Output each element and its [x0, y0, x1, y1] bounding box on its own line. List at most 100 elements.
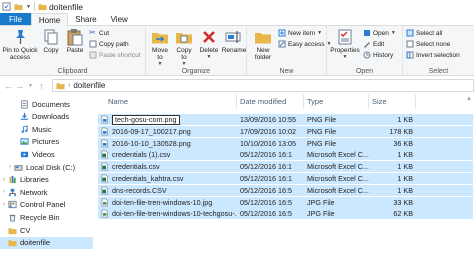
file-type: Microsoft Excel C... — [307, 185, 369, 195]
invert-selection-button[interactable]: Invert selection — [406, 51, 460, 59]
ribbon-tabs: File Home Share View — [0, 13, 474, 26]
tab-view[interactable]: View — [104, 13, 135, 25]
column-header-date[interactable]: Date modified — [240, 94, 305, 108]
sidebar-item-label: Music — [32, 124, 52, 134]
open-button[interactable]: Open ▼ — [363, 29, 396, 37]
column-header-name[interactable]: Name — [108, 94, 238, 108]
sidebar-item-downloads[interactable]: Downloads — [0, 111, 93, 123]
file-type: JPG File — [307, 197, 335, 207]
tab-share[interactable]: Share — [68, 13, 103, 25]
back-button[interactable]: ← — [3, 80, 14, 91]
expand-chevron-icon[interactable]: › — [0, 189, 8, 195]
sidebar-item-local-disk-c[interactable]: › Local Disk (C:) — [0, 161, 93, 173]
file-row[interactable]: 2016-10-10_130528.png 10/10/2016 13:05 PNG… — [98, 137, 473, 149]
tab-file[interactable]: File — [0, 13, 31, 25]
sidebar-item-videos[interactable]: Videos — [0, 148, 93, 160]
address-bar[interactable]: › doitenfile — [52, 79, 474, 92]
expand-chevron-icon[interactable]: › — [6, 164, 14, 170]
open-group: Properties ▼ Open ▼ Edit History Open — [327, 26, 403, 76]
file-row[interactable]: dns-records.CSV 05/12/2016 16:5 Microsoft … — [98, 184, 473, 196]
column-divider[interactable] — [236, 94, 237, 108]
tab-home[interactable]: Home — [30, 13, 69, 26]
file-name: 2016-09-17_100217.png — [112, 126, 191, 136]
select-none-button[interactable]: Select none — [406, 40, 450, 48]
paste-shortcut-icon — [89, 51, 97, 59]
cut-button[interactable]: ✂ Cut — [89, 29, 109, 37]
select-all-button[interactable]: Select all — [406, 29, 442, 37]
file-row[interactable]: doi-ten-file-tren-windows-10.jpg 05/12/20… — [98, 196, 473, 208]
customize-qat-icon[interactable]: ▼ — [26, 4, 31, 10]
rename-input[interactable]: tech-gosu-com.png — [112, 114, 180, 125]
copy-to-icon — [176, 33, 192, 44]
png-file-icon — [101, 115, 108, 124]
column-header-size[interactable]: Size — [372, 94, 412, 108]
scroll-up-icon[interactable]: ▲ — [466, 96, 472, 102]
sidebar-item-network[interactable]: › Network — [0, 186, 93, 198]
sidebar-item-documents[interactable]: Documents — [0, 98, 93, 110]
history-button[interactable]: History — [363, 51, 393, 59]
paste-button[interactable]: Paste — [64, 28, 86, 54]
file-name: credentials (1).csv — [112, 150, 171, 160]
rename-button[interactable]: Rename — [222, 28, 246, 54]
column-divider[interactable] — [303, 94, 304, 108]
sidebar-item-libraries[interactable]: › Libraries — [0, 174, 93, 186]
properties-icon — [338, 29, 352, 45]
breadcrumb-current[interactable]: doitenfile — [73, 81, 105, 90]
jpg-file-icon — [101, 198, 108, 206]
file-size: 62 KB — [393, 209, 413, 219]
file-date: 05/12/2016 16:5 — [240, 209, 292, 219]
copy-path-button[interactable]: Copy path — [89, 40, 129, 48]
expand-chevron-icon[interactable]: › — [0, 202, 8, 208]
window-title: doitenfile — [48, 1, 83, 12]
properties-icon[interactable] — [2, 2, 11, 11]
file-name-cell: 2016-10-10_130528.png — [101, 138, 237, 149]
file-row[interactable]: credentials.csv 05/12/2016 16:1 Microsoft … — [98, 161, 473, 173]
copy-to-label: Copy to — [176, 47, 192, 61]
paste-shortcut-button[interactable]: Paste shortcut — [89, 51, 141, 59]
file-row[interactable]: tech-gosu-com.png 13/09/2016 10:55 PNG Fil… — [98, 114, 473, 125]
file-row[interactable]: doi-ten-file-tren-windows-10-techgosu-..… — [98, 208, 473, 220]
edit-label: Edit — [373, 40, 385, 48]
file-row[interactable]: credentials_kahtra.csv 05/12/2016 16:1 Mic… — [98, 173, 473, 184]
select-group-label: Select — [428, 68, 449, 75]
copy-button[interactable]: Copy — [40, 28, 62, 54]
delete-button[interactable]: Delete ▼ — [198, 28, 220, 61]
sidebar-item-recycle-bin[interactable]: Recycle Bin — [0, 211, 93, 223]
sidebar-item-control-panel[interactable]: › Control Panel — [0, 199, 93, 211]
up-button[interactable]: ↑ — [36, 80, 47, 91]
move-to-label: Move to — [152, 47, 168, 61]
new-folder-button[interactable]: New folder — [250, 28, 276, 61]
copy-label: Copy — [43, 47, 59, 54]
file-name-cell: 2016-09-17_100217.png — [101, 126, 237, 137]
file-name: doi-ten-file-tren-windows-10-techgosu-..… — [112, 209, 237, 219]
column-divider[interactable] — [415, 94, 416, 108]
move-to-button[interactable]: Move to ▼ — [149, 28, 171, 68]
sidebar-item-label: Videos — [32, 149, 55, 159]
forward-button[interactable]: → — [14, 80, 25, 91]
new-folder-icon — [255, 33, 271, 44]
pin-to-quick-access-button[interactable]: Pin to Quick access — [2, 28, 38, 61]
sidebar-item-pictures[interactable]: Pictures — [0, 136, 93, 148]
copy-to-button[interactable]: Copy to ▼ — [173, 28, 195, 68]
sidebar-item-cv[interactable]: CV — [0, 224, 93, 236]
sidebar-item-label: Control Panel — [20, 200, 66, 210]
easy-access-button[interactable]: Easy access ▼ — [278, 40, 331, 48]
sidebar-item-music[interactable]: Music — [0, 123, 93, 135]
new-item-label: New item — [288, 29, 316, 37]
column-header-type[interactable]: Type — [307, 94, 371, 108]
new-item-button[interactable]: New item ▼ — [278, 29, 322, 37]
file-row[interactable]: 2016-09-17_100217.png 17/09/2016 10:02 PNG… — [98, 125, 473, 137]
sidebar-item-doitenfile[interactable]: doitenfile — [0, 236, 93, 249]
edit-button[interactable]: Edit — [363, 40, 384, 48]
column-divider[interactable] — [368, 94, 369, 108]
delete-icon — [203, 31, 215, 43]
new-folder-icon[interactable] — [14, 2, 23, 11]
properties-button[interactable]: Properties ▼ — [329, 28, 361, 61]
open-icon — [364, 30, 370, 36]
folder-icon — [8, 240, 17, 247]
file-row[interactable]: credentials (1).csv 05/12/2016 16:1 Micros… — [98, 149, 473, 161]
recent-locations-button[interactable]: ▼ — [25, 80, 36, 91]
expand-chevron-icon[interactable]: › — [0, 177, 8, 183]
sidebar-item-label: Documents — [32, 99, 70, 109]
csv-file-icon — [101, 174, 108, 183]
